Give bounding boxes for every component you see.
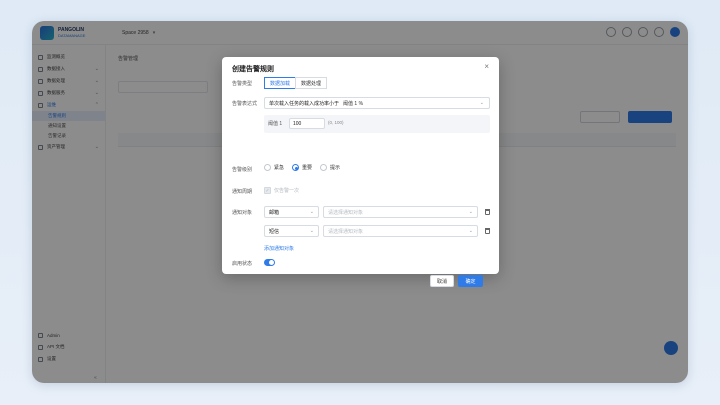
threshold-range: (0, 100) (328, 120, 344, 125)
tab-data-load[interactable]: 数据加载 (264, 77, 297, 89)
target-recipient-select-2[interactable]: 请选择通知对象 ⌄ (323, 225, 478, 237)
chevron-down-icon: ⌄ (309, 228, 314, 234)
radio-dot (320, 164, 328, 171)
expression-value: 单次载入任务的载入成功率小于 (269, 100, 340, 107)
expression-threshold-hint: 阈值 1 % (343, 100, 364, 107)
threshold-input[interactable]: 100 (289, 118, 325, 129)
enable-toggle[interactable] (264, 259, 275, 266)
radio-important[interactable]: 重要 (292, 164, 312, 171)
select-placeholder: 请选择通知对象 (328, 228, 364, 235)
checkbox-label: 仅告警一次 (274, 188, 300, 194)
threshold-label: 阈值 1 (268, 121, 283, 127)
threshold-panel: 阈值 1 100 (0, 100) (264, 115, 490, 133)
chevron-down-icon: ⌄ (468, 228, 473, 234)
radio-urgent[interactable]: 紧急 (264, 164, 284, 171)
app-window: PANGOLIN DATAMANAGE Space 2958 ▾ 监测概览 数据… (32, 21, 688, 383)
radio-dot (292, 164, 300, 171)
chevron-down-icon: ⌄ (468, 209, 473, 215)
select-value: 邮箱 (269, 209, 280, 216)
add-target-link[interactable]: 添加通知对象 (264, 245, 294, 252)
select-value: 短信 (269, 228, 280, 235)
alert-type-tabs: 数据加载 数据处理 (264, 77, 328, 89)
radio-notice[interactable]: 提示 (320, 164, 340, 171)
target-type-select-1[interactable]: 邮箱 ⌄ (264, 206, 319, 218)
tab-data-process[interactable]: 数据处理 (295, 77, 328, 89)
close-icon[interactable]: × (484, 62, 489, 71)
delete-icon[interactable] (485, 228, 490, 234)
chevron-down-icon: ⌄ (479, 100, 484, 106)
targets-label: 通知对象 (232, 210, 253, 216)
level-radio-group: 紧急 重要 提示 (264, 164, 348, 171)
target-type-select-2[interactable]: 短信 ⌄ (264, 225, 319, 237)
radio-dot (264, 164, 271, 171)
select-placeholder: 请选择通知对象 (328, 209, 364, 216)
confirm-button[interactable]: 确定 (458, 275, 483, 287)
cancel-button[interactable]: 取消 (430, 275, 454, 287)
status-label: 启用状态 (232, 261, 253, 267)
chevron-down-icon: ⌄ (309, 209, 314, 215)
radio-label: 紧急 (274, 165, 285, 171)
level-label: 告警级别 (232, 167, 253, 173)
expression-select[interactable]: 单次载入任务的载入成功率小于 阈值 1 % ⌄ (264, 97, 490, 109)
delete-icon[interactable] (485, 209, 490, 215)
check-icon: ✓ (264, 187, 271, 194)
notify-once-checkbox[interactable]: ✓ 仅告警一次 (264, 187, 299, 194)
type-label: 告警类型 (232, 81, 253, 87)
dialog-title: 创建告警规则 (232, 66, 274, 73)
create-alert-rule-dialog: 创建告警规则 × 告警类型 数据加载 数据处理 告警表达式 单次载入任务的载入成… (222, 57, 499, 287)
app-background: PANGOLIN DATAMANAGE Space 2958 ▾ 监测概览 数据… (32, 21, 688, 383)
cycle-label: 通知周期 (232, 189, 253, 195)
expression-label: 告警表达式 (232, 101, 258, 107)
target-recipient-select-1[interactable]: 请选择通知对象 ⌄ (323, 206, 478, 218)
radio-label: 提示 (330, 165, 341, 171)
radio-label: 重要 (302, 165, 313, 171)
